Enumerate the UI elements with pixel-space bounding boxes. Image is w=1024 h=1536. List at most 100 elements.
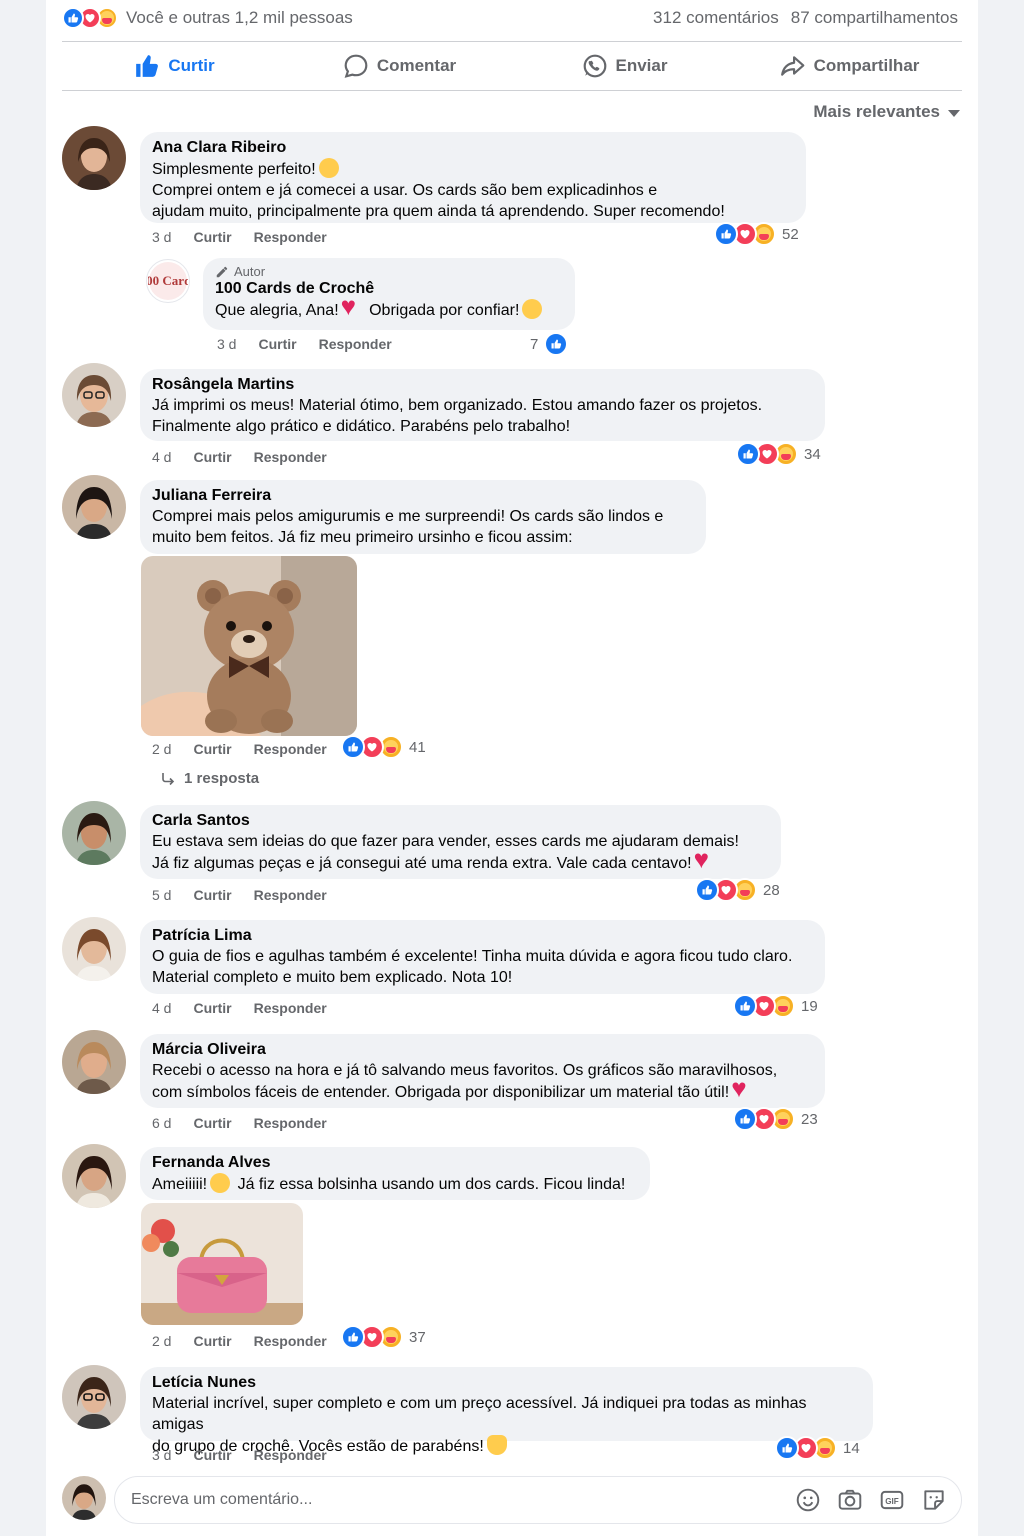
- page-avatar[interactable]: 100 Cards: [146, 259, 190, 303]
- author-tag-label: Autor: [234, 264, 266, 279]
- comment-time[interactable]: 3 d: [217, 336, 236, 352]
- reaction-count: 23: [801, 1110, 818, 1128]
- pencil-icon: [216, 266, 228, 277]
- two-hearts-emoji-icon: [341, 293, 362, 319]
- sticker-icon[interactable]: [921, 1487, 947, 1518]
- comment-text: Já fiz algumas peças e já consegui até u…: [152, 855, 692, 872]
- comment-reply-button[interactable]: Responder: [254, 1115, 327, 1131]
- like-button[interactable]: Curtir: [62, 44, 287, 88]
- commenter-name[interactable]: Patrícia Lima: [152, 926, 813, 946]
- avatar[interactable]: [62, 1030, 126, 1094]
- comment-reactions[interactable]: 14: [775, 1436, 860, 1460]
- like-reaction-icon: [733, 994, 757, 1018]
- camera-icon[interactable]: [837, 1487, 863, 1518]
- comment-like-button[interactable]: Curtir: [193, 449, 231, 465]
- comment-reply-button[interactable]: Responder: [254, 1447, 327, 1463]
- comment-reply-button[interactable]: Responder: [254, 741, 327, 757]
- comment-reactions[interactable]: 7: [530, 332, 569, 356]
- comment-like-button[interactable]: Curtir: [193, 1333, 231, 1349]
- comment-reply-button[interactable]: Responder: [254, 887, 327, 903]
- comment-time[interactable]: 4 d: [152, 449, 171, 465]
- comment-meta: 3 d Curtir Responder: [217, 336, 392, 352]
- commenter-name[interactable]: Márcia Oliveira: [152, 1040, 813, 1060]
- avatar[interactable]: [62, 1365, 126, 1429]
- post-summary: Você e outras 1,2 mil pessoas 312 coment…: [62, 5, 958, 31]
- comment-like-button[interactable]: Curtir: [193, 229, 231, 245]
- comment-reactions[interactable]: 28: [695, 878, 780, 902]
- comment-time[interactable]: 4 d: [152, 1000, 171, 1016]
- view-replies-link[interactable]: 1 resposta: [160, 770, 259, 787]
- share-button[interactable]: Compartilhar: [737, 44, 962, 88]
- comment-bubble: Letícia Nunes Material incrível, super c…: [140, 1367, 873, 1455]
- comment-bubble: Carla Santos Eu estava sem ideias do que…: [140, 805, 781, 879]
- reaction-count: 19: [801, 997, 818, 1015]
- comment-like-button[interactable]: Curtir: [193, 1115, 231, 1131]
- sort-dropdown[interactable]: Mais relevantes: [813, 102, 960, 122]
- comment-reactions[interactable]: 23: [733, 1107, 818, 1131]
- comment-text: Já imprimi os meus! Material ótimo, bem …: [152, 397, 763, 414]
- comment-reactions[interactable]: 41: [341, 735, 426, 759]
- emoji-icon[interactable]: [795, 1487, 821, 1518]
- avatar[interactable]: [62, 363, 126, 427]
- commenter-name[interactable]: 100 Cards de Crochê: [215, 279, 563, 299]
- comment-reactions[interactable]: 52: [714, 222, 799, 246]
- clapping-hands-emoji-icon: [486, 1435, 507, 1455]
- comment-like-button[interactable]: Curtir: [193, 741, 231, 757]
- commenter-name[interactable]: Fernanda Alves: [152, 1153, 638, 1173]
- comment-like-button[interactable]: Curtir: [258, 336, 296, 352]
- divider: [62, 90, 962, 91]
- comment-time[interactable]: 3 d: [152, 229, 171, 245]
- current-user-avatar[interactable]: [62, 1476, 106, 1520]
- comment-time[interactable]: 6 d: [152, 1115, 171, 1131]
- reaction-count: 37: [409, 1328, 426, 1346]
- like-reaction-icon: [544, 332, 569, 356]
- comment-like-button[interactable]: Curtir: [193, 887, 231, 903]
- commenter-name[interactable]: Rosângela Martins: [152, 375, 813, 395]
- comment-text: muito bem feitos. Já fiz meu primeiro ur…: [152, 529, 573, 546]
- comment-button[interactable]: Comentar: [287, 44, 512, 88]
- gif-icon[interactable]: GIF: [879, 1487, 905, 1518]
- comment-time[interactable]: 3 d: [152, 1447, 171, 1463]
- shares-count-link[interactable]: 87 compartilhamentos: [791, 8, 958, 28]
- comment-reply-button[interactable]: Responder: [254, 229, 327, 245]
- commenter-name[interactable]: Juliana Ferreira: [152, 486, 694, 506]
- comment-reply-button[interactable]: Responder: [254, 1333, 327, 1349]
- avatar[interactable]: [62, 917, 126, 981]
- commenter-name[interactable]: Carla Santos: [152, 811, 769, 831]
- send-button[interactable]: Enviar: [512, 44, 737, 88]
- comment-like-button[interactable]: Curtir: [193, 1447, 231, 1463]
- comment-bubble: Márcia Oliveira Recebi o acesso na hora …: [140, 1034, 825, 1108]
- like-reaction-icon: [733, 1107, 757, 1131]
- heart-eyes-emoji-icon: [210, 1173, 231, 1193]
- avatar[interactable]: [62, 126, 126, 190]
- comment-text: Material incrível, super completo e com …: [152, 1395, 807, 1433]
- comment-meta: 4 d Curtir Responder: [152, 1000, 327, 1016]
- speech-bubble-icon: [344, 54, 368, 78]
- like-reaction-icon: [341, 735, 365, 759]
- avatar[interactable]: [62, 1144, 126, 1208]
- comment-reply-button[interactable]: Responder: [254, 449, 327, 465]
- comment-photo-crochet-bag[interactable]: [141, 1203, 303, 1325]
- comment-input[interactable]: Escreva um comentário... GIF: [114, 1476, 962, 1524]
- comment-meta: 5 d Curtir Responder: [152, 887, 327, 903]
- comment-time[interactable]: 2 d: [152, 1333, 171, 1349]
- reactions-summary[interactable]: Você e outras 1,2 mil pessoas: [62, 7, 353, 29]
- comment-time[interactable]: 5 d: [152, 887, 171, 903]
- commenter-name[interactable]: Ana Clara Ribeiro: [152, 138, 794, 158]
- comments-count-link[interactable]: 312 comentários: [653, 8, 779, 28]
- like-button-label: Curtir: [168, 56, 215, 75]
- like-reaction-icon: [775, 1436, 799, 1460]
- comment-time[interactable]: 2 d: [152, 741, 171, 757]
- avatar[interactable]: [62, 801, 126, 865]
- reply-arrow-icon: [162, 772, 175, 785]
- comment-reply-button[interactable]: Responder: [254, 1000, 327, 1016]
- comment-reply-button[interactable]: Responder: [319, 336, 392, 352]
- comment-reactions[interactable]: 34: [736, 442, 821, 466]
- avatar[interactable]: [62, 475, 126, 539]
- smiling-hearts-emoji-icon: [522, 299, 543, 319]
- comment-reactions[interactable]: 37: [341, 1325, 426, 1349]
- commenter-name[interactable]: Letícia Nunes: [152, 1373, 861, 1393]
- comment-like-button[interactable]: Curtir: [193, 1000, 231, 1016]
- comment-photo-teddy-bear[interactable]: [141, 556, 357, 736]
- comment-reactions[interactable]: 19: [733, 994, 818, 1018]
